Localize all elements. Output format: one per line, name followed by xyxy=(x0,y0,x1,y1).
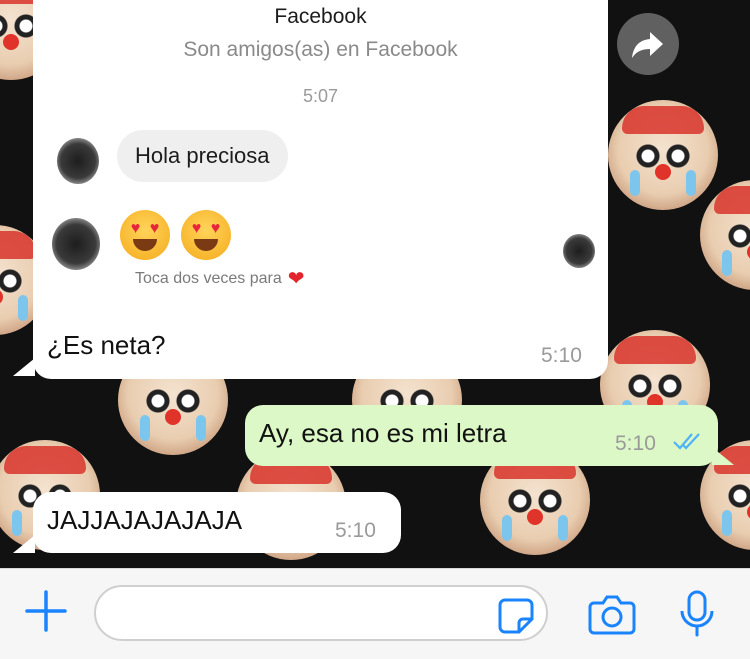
bubble-tail xyxy=(13,358,35,376)
outgoing-message-bubble[interactable]: Ay, esa no es mi letra 5:10 xyxy=(245,405,718,466)
message-input-bar xyxy=(0,568,750,659)
message-text: JAJJAJAJAJAJA xyxy=(47,505,243,535)
incoming-message-bubble[interactable]: JAJJAJAJAJAJA 5:10 xyxy=(33,492,401,553)
bubble-tail xyxy=(13,535,35,553)
plus-icon[interactable] xyxy=(22,587,70,635)
message-time: 5:10 xyxy=(541,344,582,367)
bubble-tail xyxy=(712,447,734,465)
facebook-message-text: Hola preciosa xyxy=(135,143,270,168)
reaction-hint: Toca dos veces para ❤ xyxy=(135,268,305,290)
facebook-contact-name: Facebook xyxy=(274,5,367,28)
message-text: Ay, esa no es mi letra xyxy=(259,418,507,448)
read-ticks-icon xyxy=(673,433,700,450)
avatar xyxy=(57,138,99,184)
message-text: ¿Es neta? xyxy=(47,330,166,360)
clown-sticker-pattern xyxy=(700,180,750,290)
avatar xyxy=(563,234,595,268)
facebook-timestamp: 5:07 xyxy=(302,86,339,106)
heart-icon: ❤ xyxy=(287,268,305,290)
message-time: 5:10 xyxy=(335,519,376,542)
incoming-message-bubble[interactable]: ¿Es neta? 5:10 xyxy=(33,318,608,379)
forward-arrow-icon xyxy=(632,32,663,58)
message-time: 5:10 xyxy=(615,432,656,455)
microphone-icon[interactable] xyxy=(675,589,719,639)
clown-sticker-pattern xyxy=(608,100,718,210)
heart-eyes-emoji-icon: ♥ ♥ xyxy=(120,210,170,260)
facebook-message-bubble: Hola preciosa xyxy=(117,130,288,182)
heart-eyes-emoji-icon: ♥ ♥ xyxy=(181,210,231,260)
facebook-friends-status: Son amigos(as) en Facebook xyxy=(183,38,458,61)
camera-icon[interactable] xyxy=(588,593,636,635)
forward-button[interactable] xyxy=(617,13,679,75)
sticker-icon[interactable] xyxy=(497,597,535,635)
reaction-hint-text: Toca dos veces para xyxy=(135,270,282,287)
avatar xyxy=(52,218,100,270)
facebook-screenshot-card: Facebook Son amigos(as) en Facebook 5:07… xyxy=(33,0,608,318)
message-input[interactable] xyxy=(94,585,548,641)
